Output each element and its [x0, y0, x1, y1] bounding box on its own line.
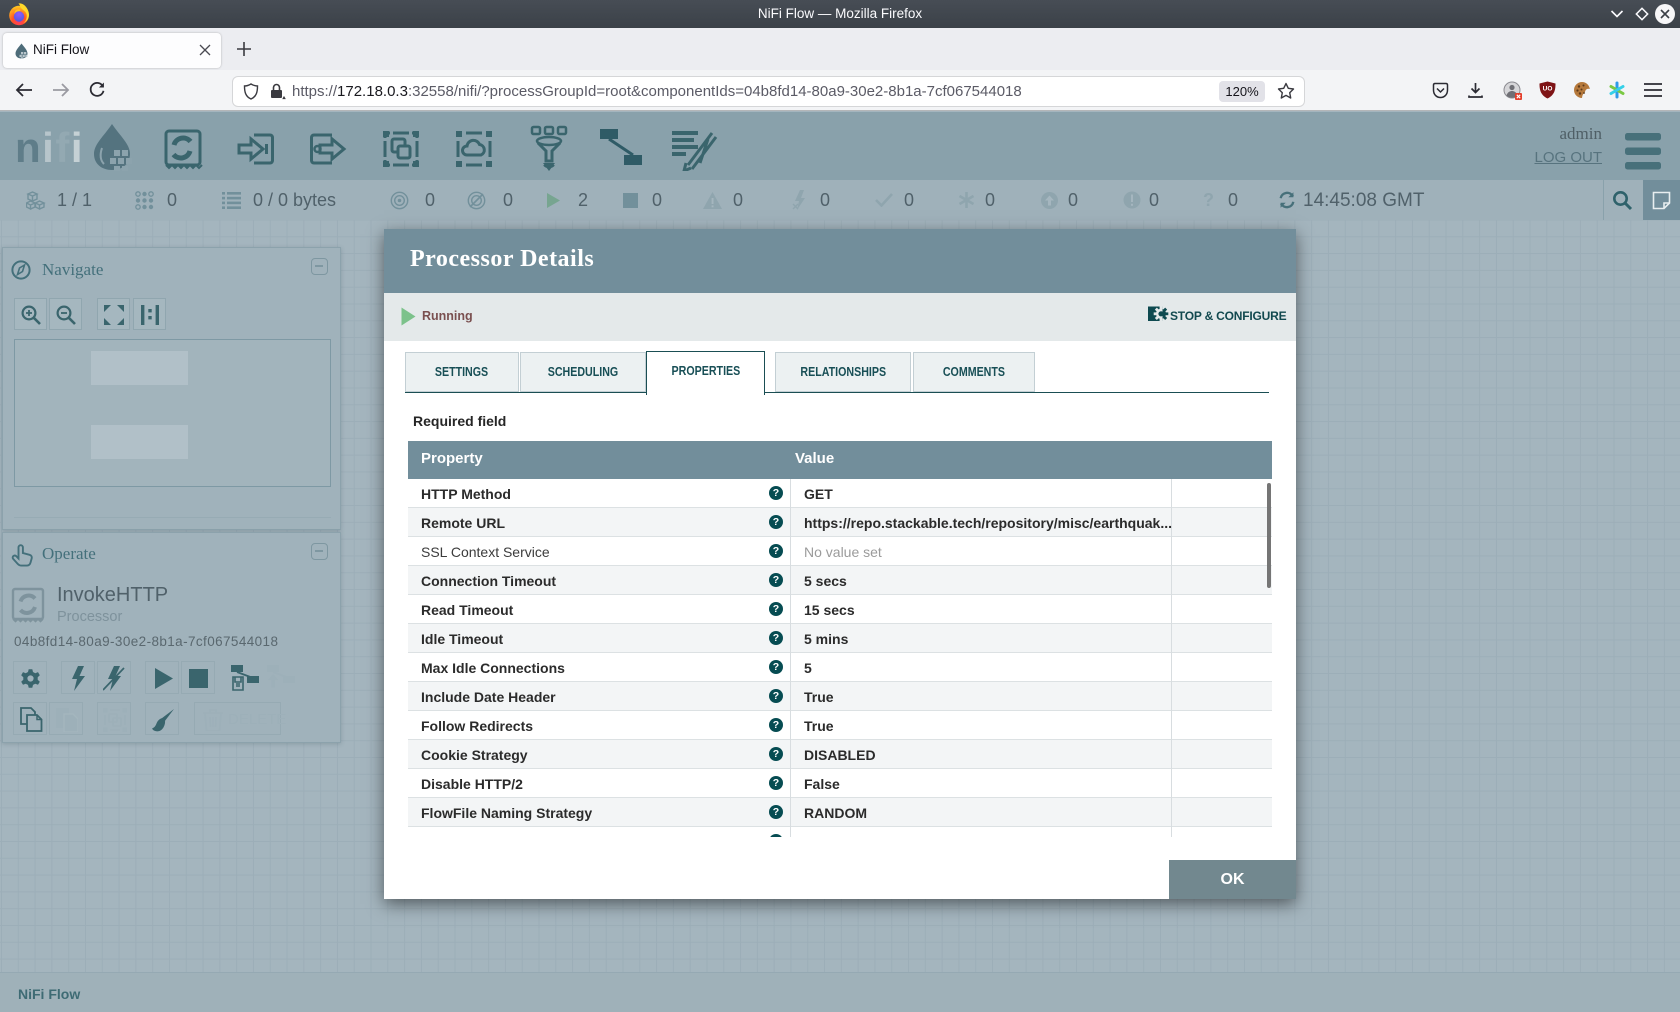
svg-text:UO: UO [1543, 86, 1553, 93]
